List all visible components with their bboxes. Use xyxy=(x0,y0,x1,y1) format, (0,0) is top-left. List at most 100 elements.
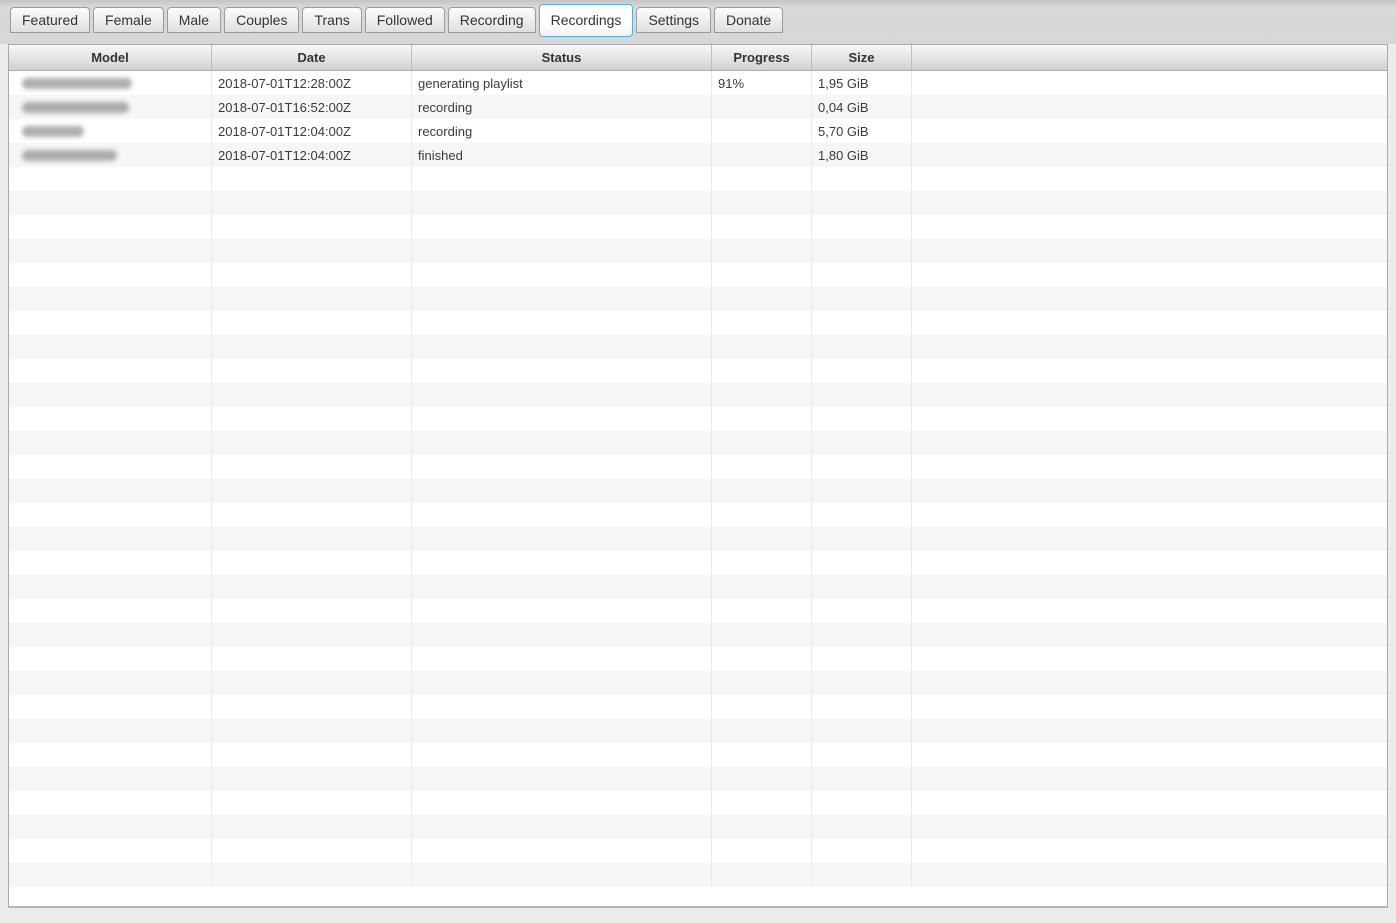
table-row[interactable]: 2018-07-01T12:04:00Z recording 5,70 GiB xyxy=(9,119,1387,143)
column-header-size[interactable]: Size xyxy=(812,45,912,70)
tab-followed[interactable]: Followed xyxy=(364,7,445,33)
empty-table-row xyxy=(9,863,1387,887)
empty-cell xyxy=(712,263,812,287)
column-header-date[interactable]: Date xyxy=(212,45,412,70)
empty-cell xyxy=(9,503,212,527)
tab-recording[interactable]: Recording xyxy=(447,7,536,33)
empty-cell xyxy=(212,335,412,359)
empty-cell xyxy=(712,671,812,695)
empty-cell xyxy=(912,431,1387,455)
cell-blank xyxy=(912,95,1387,119)
empty-cell xyxy=(812,359,912,383)
empty-table-row xyxy=(9,215,1387,239)
empty-cell xyxy=(9,767,212,791)
empty-table-row xyxy=(9,647,1387,671)
table-row[interactable]: 2018-07-01T16:52:00Z recording 0,04 GiB xyxy=(9,95,1387,119)
empty-cell xyxy=(912,551,1387,575)
empty-cell xyxy=(912,287,1387,311)
cell-progress xyxy=(712,143,812,167)
tab-male[interactable]: Male xyxy=(166,7,222,33)
empty-cell xyxy=(812,239,912,263)
empty-table-row xyxy=(9,335,1387,359)
empty-cell xyxy=(212,719,412,743)
empty-cell xyxy=(912,839,1387,863)
cell-status: finished xyxy=(412,143,712,167)
tab-donate[interactable]: Donate xyxy=(714,7,784,33)
column-header-status[interactable]: Status xyxy=(412,45,712,70)
tab-recordings[interactable]: Recordings xyxy=(538,4,634,37)
empty-cell xyxy=(712,599,812,623)
empty-cell xyxy=(412,575,712,599)
tab-couples[interactable]: Couples xyxy=(224,7,300,33)
empty-cell xyxy=(812,215,912,239)
tab-featured[interactable]: Featured xyxy=(10,7,91,33)
empty-cell xyxy=(812,839,912,863)
empty-cell xyxy=(412,695,712,719)
empty-cell xyxy=(212,575,412,599)
empty-table-row xyxy=(9,839,1387,863)
empty-cell xyxy=(912,359,1387,383)
empty-cell xyxy=(412,719,712,743)
empty-cell xyxy=(412,815,712,839)
empty-cell xyxy=(812,263,912,287)
redacted-model-name xyxy=(22,125,84,137)
empty-cell xyxy=(212,503,412,527)
cell-model xyxy=(9,143,212,167)
empty-cell xyxy=(212,863,412,887)
empty-cell xyxy=(412,623,712,647)
empty-table-row xyxy=(9,455,1387,479)
empty-cell xyxy=(712,839,812,863)
column-header-model[interactable]: Model xyxy=(9,45,212,70)
empty-cell xyxy=(212,791,412,815)
cell-model xyxy=(9,95,212,119)
cell-blank xyxy=(912,119,1387,143)
tab-settings[interactable]: Settings xyxy=(636,7,712,33)
empty-cell xyxy=(812,623,912,647)
empty-cell xyxy=(412,215,712,239)
empty-cell xyxy=(212,167,412,191)
empty-cell xyxy=(912,263,1387,287)
empty-cell xyxy=(9,527,212,551)
empty-cell xyxy=(812,719,912,743)
empty-table-row xyxy=(9,431,1387,455)
empty-table-row xyxy=(9,287,1387,311)
empty-cell xyxy=(9,383,212,407)
empty-cell xyxy=(412,551,712,575)
empty-table-row xyxy=(9,503,1387,527)
empty-cell xyxy=(712,359,812,383)
empty-cell xyxy=(812,167,912,191)
empty-cell xyxy=(9,599,212,623)
empty-cell xyxy=(9,815,212,839)
app-window: Featured Female Male Couples Trans Followed Re… xyxy=(0,0,1396,923)
empty-table-row xyxy=(9,191,1387,215)
empty-cell xyxy=(712,743,812,767)
empty-table-row xyxy=(9,791,1387,815)
empty-cell xyxy=(9,791,212,815)
empty-cell xyxy=(812,815,912,839)
empty-cell xyxy=(812,383,912,407)
empty-cell xyxy=(212,647,412,671)
empty-cell xyxy=(912,215,1387,239)
tab-female[interactable]: Female xyxy=(93,7,164,33)
table-row[interactable]: 2018-07-01T12:28:00Z generating playlist 9… xyxy=(9,71,1387,95)
cell-progress: 91% xyxy=(712,71,812,95)
empty-cell xyxy=(212,215,412,239)
cell-size: 0,04 GiB xyxy=(812,95,912,119)
empty-cell xyxy=(712,695,812,719)
empty-cell xyxy=(212,695,412,719)
empty-cell xyxy=(412,479,712,503)
tab-trans[interactable]: Trans xyxy=(302,7,362,33)
empty-cell xyxy=(912,527,1387,551)
table-row[interactable]: 2018-07-01T12:04:00Z finished 1,80 GiB xyxy=(9,143,1387,167)
empty-cell xyxy=(912,455,1387,479)
empty-cell xyxy=(212,407,412,431)
empty-table-row xyxy=(9,767,1387,791)
empty-cell xyxy=(412,431,712,455)
empty-table-row xyxy=(9,671,1387,695)
empty-cell xyxy=(912,575,1387,599)
column-header-progress[interactable]: Progress xyxy=(712,45,812,70)
empty-cell xyxy=(712,503,812,527)
redacted-model-name xyxy=(22,101,129,113)
empty-cell xyxy=(412,671,712,695)
empty-cell xyxy=(412,527,712,551)
